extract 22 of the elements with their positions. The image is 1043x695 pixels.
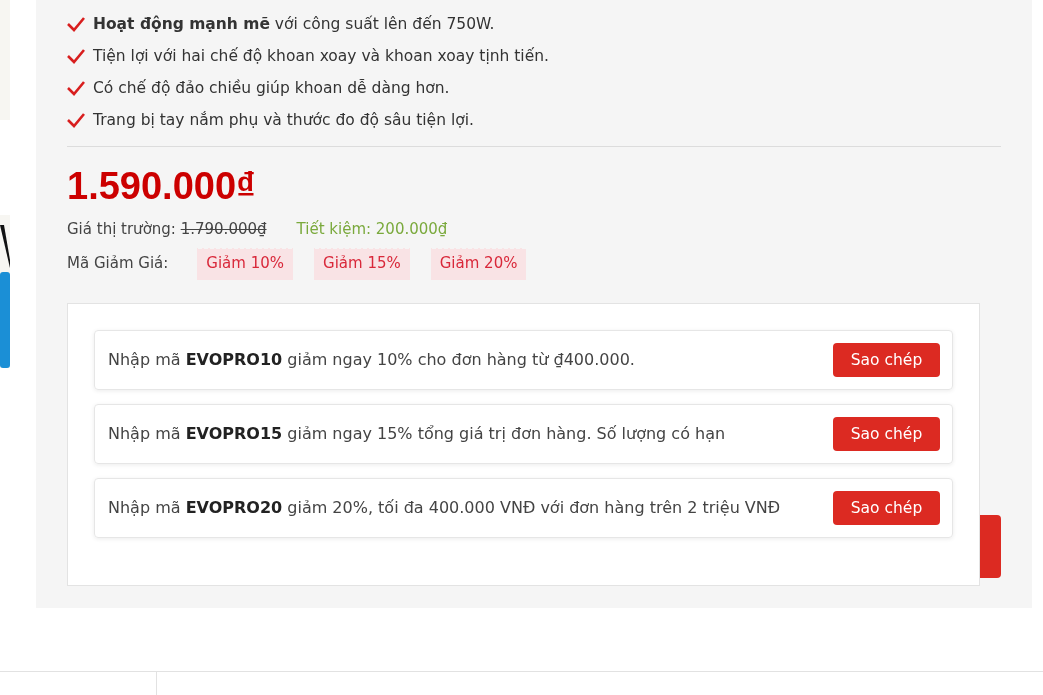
coupon-label: Mã Giảm Giá:: [67, 254, 169, 272]
feature-text: Trang bị tay nắm phụ và thước đo độ sâu tiện lợi.: [93, 111, 474, 129]
coupon-text: Nhập mã EVOPRO20 giảm 20%, tối đa 400.000 VNĐ với đơn hàng trên 2 triệu VNĐ: [108, 496, 781, 519]
check-icon: [67, 48, 85, 64]
coupon-text: Nhập mã EVOPRO15 giảm ngay 15% tổng giá trị đơn hàng. Số lượng có hạn: [108, 422, 726, 445]
price: 1.590.000₫: [67, 165, 256, 208]
feature-text: Tiện lợi với hai chế độ khoan xoay và khoan xoay tịnh tiến.: [93, 47, 549, 65]
check-icon: [67, 16, 85, 32]
coupon-tag[interactable]: Giảm 20%: [430, 246, 527, 280]
coupon-tag[interactable]: Giảm 15%: [314, 246, 410, 280]
copy-button[interactable]: Sao chép: [833, 343, 940, 377]
coupon-tag[interactable]: Giảm 10%: [197, 246, 293, 280]
feature-text: Hoạt động mạnh mẽ với công suất lên đến 750W.: [93, 15, 495, 33]
market-price-label: Giá thị trường:: [67, 220, 176, 238]
savings-text: Tiết kiệm: 200.000₫: [296, 220, 448, 238]
check-icon: [67, 80, 85, 96]
coupon-text: Nhập mã EVOPRO10 giảm ngay 10% cho đơn hàng từ ₫400.000.: [108, 348, 635, 371]
copy-button[interactable]: Sao chép: [833, 491, 940, 525]
feature-text: Có chế độ đảo chiều giúp khoan dễ dàng hơn.: [93, 79, 450, 97]
market-price: 1.790.000₫: [180, 220, 267, 238]
check-icon: [67, 112, 85, 128]
copy-button[interactable]: Sao chép: [833, 417, 940, 451]
